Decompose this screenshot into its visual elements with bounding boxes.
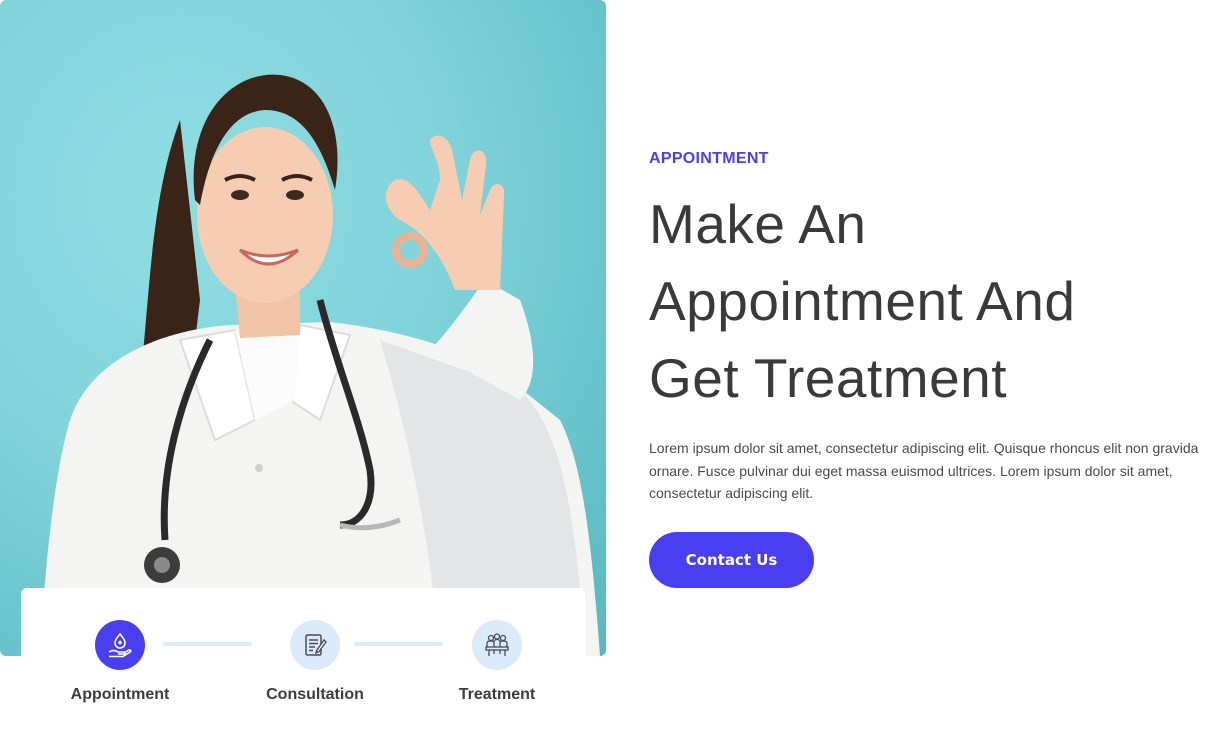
step-connector [354,642,443,646]
doctor-illustration [40,74,600,656]
headline-line: Make An [649,193,867,255]
step-connector [163,642,252,646]
team-meeting-icon[interactable] [472,620,522,670]
contact-us-button[interactable]: Contact Us [649,532,814,588]
section-description: Lorem ipsum dolor sit amet, consectetur … [649,440,1199,501]
process-steps-card: Appointment Consultation Treatment [21,588,585,736]
hand-heart-icon[interactable] [95,620,145,670]
step-label-consultation: Consultation [266,686,364,703]
hero-doctor-image [0,0,606,656]
step-label-treatment: Treatment [458,686,536,703]
section-eyebrow: APPOINTMENT [649,150,769,167]
headline-line: Appointment And [649,270,1076,332]
section-headline: Make An Appointment And Get Treatment [649,186,1209,417]
clipboard-pen-icon[interactable] [290,620,340,670]
headline-line: Get Treatment [649,347,1008,409]
step-label-appointment: Appointment [70,686,170,703]
